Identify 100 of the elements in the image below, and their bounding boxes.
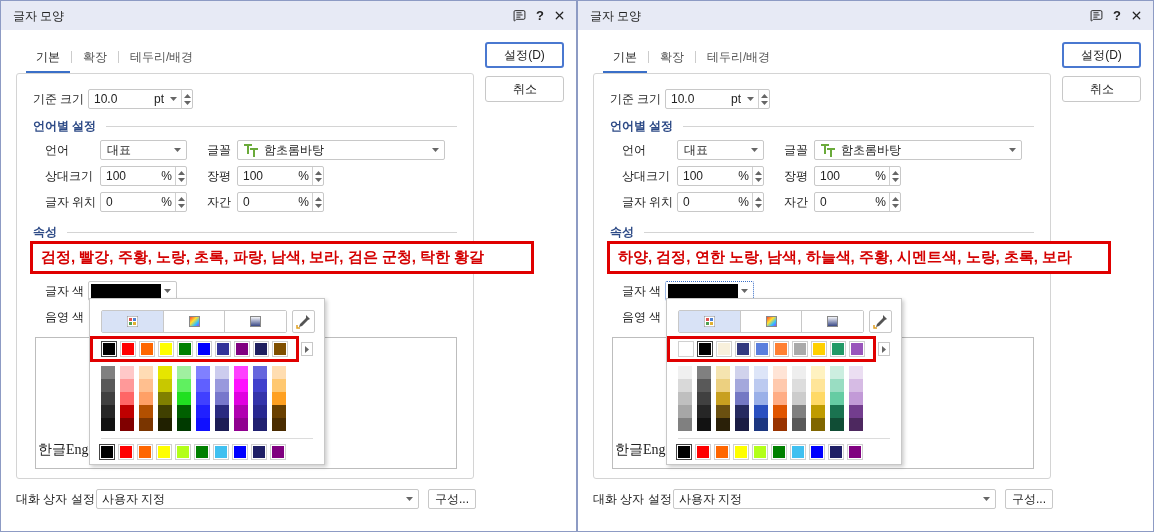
- text-color-picker[interactable]: [665, 281, 754, 301]
- shade-swatch[interactable]: [773, 392, 787, 405]
- shade-swatch[interactable]: [272, 392, 286, 405]
- shade-swatch[interactable]: [678, 366, 692, 379]
- shade-swatch[interactable]: [735, 405, 749, 418]
- preset-select[interactable]: 사용자 지정: [673, 489, 996, 509]
- shade-swatch[interactable]: [697, 379, 711, 392]
- language-select[interactable]: 대표: [677, 140, 764, 160]
- dialog-button[interactable]: 취소: [1062, 76, 1141, 102]
- shade-swatch[interactable]: [830, 366, 844, 379]
- shade-swatch[interactable]: [215, 405, 229, 418]
- shade-swatch[interactable]: [215, 379, 229, 392]
- shade-swatch[interactable]: [101, 366, 115, 379]
- shade-swatch[interactable]: [792, 379, 806, 392]
- shade-swatch[interactable]: [158, 418, 172, 431]
- palette-mode-tab[interactable]: [801, 311, 863, 332]
- help-button[interactable]: ?: [1113, 5, 1121, 26]
- tab[interactable]: 확장: [650, 42, 694, 73]
- configure-button[interactable]: 구성...: [1005, 489, 1053, 509]
- shade-swatch[interactable]: [196, 392, 210, 405]
- shade-swatch[interactable]: [716, 379, 730, 392]
- shade-swatch[interactable]: [830, 392, 844, 405]
- shade-swatch[interactable]: [234, 366, 248, 379]
- shade-swatch[interactable]: [754, 366, 768, 379]
- shade-swatch[interactable]: [253, 379, 267, 392]
- shade-swatch[interactable]: [139, 392, 153, 405]
- text-color-picker[interactable]: [88, 281, 177, 301]
- shade-swatch[interactable]: [849, 366, 863, 379]
- spinner-arrows[interactable]: [889, 193, 900, 211]
- shade-swatch[interactable]: [177, 405, 191, 418]
- shade-swatch[interactable]: [101, 379, 115, 392]
- shade-swatch[interactable]: [196, 366, 210, 379]
- shade-swatch[interactable]: [139, 366, 153, 379]
- spin-field[interactable]: 0 %: [814, 192, 901, 212]
- shade-swatch[interactable]: [792, 392, 806, 405]
- eyedropper-button[interactable]: [869, 310, 892, 333]
- shade-swatch[interactable]: [697, 366, 711, 379]
- shade-swatch[interactable]: [811, 379, 825, 392]
- shade-swatch[interactable]: [253, 405, 267, 418]
- dialog-button[interactable]: 설정(D): [485, 42, 564, 68]
- shade-swatch[interactable]: [697, 418, 711, 431]
- shade-swatch[interactable]: [234, 392, 248, 405]
- shade-swatch[interactable]: [101, 392, 115, 405]
- shade-swatch[interactable]: [716, 418, 730, 431]
- shade-swatch[interactable]: [697, 392, 711, 405]
- shade-swatch[interactable]: [716, 405, 730, 418]
- shade-swatch[interactable]: [196, 379, 210, 392]
- shade-swatch[interactable]: [234, 379, 248, 392]
- shade-swatch[interactable]: [158, 379, 172, 392]
- shade-swatch[interactable]: [849, 392, 863, 405]
- shade-swatch[interactable]: [678, 405, 692, 418]
- shade-swatch[interactable]: [120, 392, 134, 405]
- shade-swatch[interactable]: [272, 379, 286, 392]
- shade-swatch[interactable]: [253, 392, 267, 405]
- dialog-button[interactable]: 취소: [485, 76, 564, 102]
- font-select[interactable]: 함초롬바탕: [237, 140, 445, 160]
- size-field[interactable]: 10.0 pt: [665, 89, 770, 109]
- spin-field[interactable]: 100 %: [237, 166, 324, 186]
- shade-swatch[interactable]: [120, 366, 134, 379]
- shade-swatch[interactable]: [272, 405, 286, 418]
- color-swatch[interactable]: [697, 341, 713, 357]
- shade-swatch[interactable]: [272, 418, 286, 431]
- shade-swatch[interactable]: [253, 418, 267, 431]
- shade-swatch[interactable]: [139, 405, 153, 418]
- shade-swatch[interactable]: [830, 418, 844, 431]
- shade-swatch[interactable]: [792, 418, 806, 431]
- shade-swatch[interactable]: [215, 366, 229, 379]
- shade-swatch[interactable]: [139, 379, 153, 392]
- shade-swatch[interactable]: [754, 405, 768, 418]
- spin-field[interactable]: 0 %: [100, 192, 187, 212]
- tab[interactable]: 테두리/배경: [120, 42, 204, 73]
- shade-swatch[interactable]: [101, 405, 115, 418]
- shade-swatch[interactable]: [811, 418, 825, 431]
- shade-swatch[interactable]: [678, 379, 692, 392]
- shade-swatch[interactable]: [215, 392, 229, 405]
- shade-swatch[interactable]: [234, 418, 248, 431]
- shade-swatch[interactable]: [716, 366, 730, 379]
- shade-swatch[interactable]: [849, 405, 863, 418]
- shade-swatch[interactable]: [158, 392, 172, 405]
- shade-swatch[interactable]: [754, 418, 768, 431]
- shade-swatch[interactable]: [234, 405, 248, 418]
- shade-swatch[interactable]: [177, 418, 191, 431]
- shade-swatch[interactable]: [158, 366, 172, 379]
- shade-swatch[interactable]: [196, 418, 210, 431]
- shade-swatch[interactable]: [792, 405, 806, 418]
- shade-swatch[interactable]: [196, 405, 210, 418]
- language-select[interactable]: 대표: [100, 140, 187, 160]
- spin-field[interactable]: 100 %: [100, 166, 187, 186]
- help-button[interactable]: ?: [536, 5, 544, 26]
- spinner-arrows[interactable]: [175, 193, 186, 211]
- shade-swatch[interactable]: [158, 405, 172, 418]
- shade-swatch[interactable]: [773, 405, 787, 418]
- shade-swatch[interactable]: [120, 418, 134, 431]
- spin-field[interactable]: 0 %: [237, 192, 324, 212]
- shade-swatch[interactable]: [811, 392, 825, 405]
- shade-swatch[interactable]: [830, 379, 844, 392]
- shade-swatch[interactable]: [735, 418, 749, 431]
- shade-swatch[interactable]: [120, 379, 134, 392]
- spinner-arrows[interactable]: [312, 193, 323, 211]
- comment-icon[interactable]: [1090, 9, 1104, 22]
